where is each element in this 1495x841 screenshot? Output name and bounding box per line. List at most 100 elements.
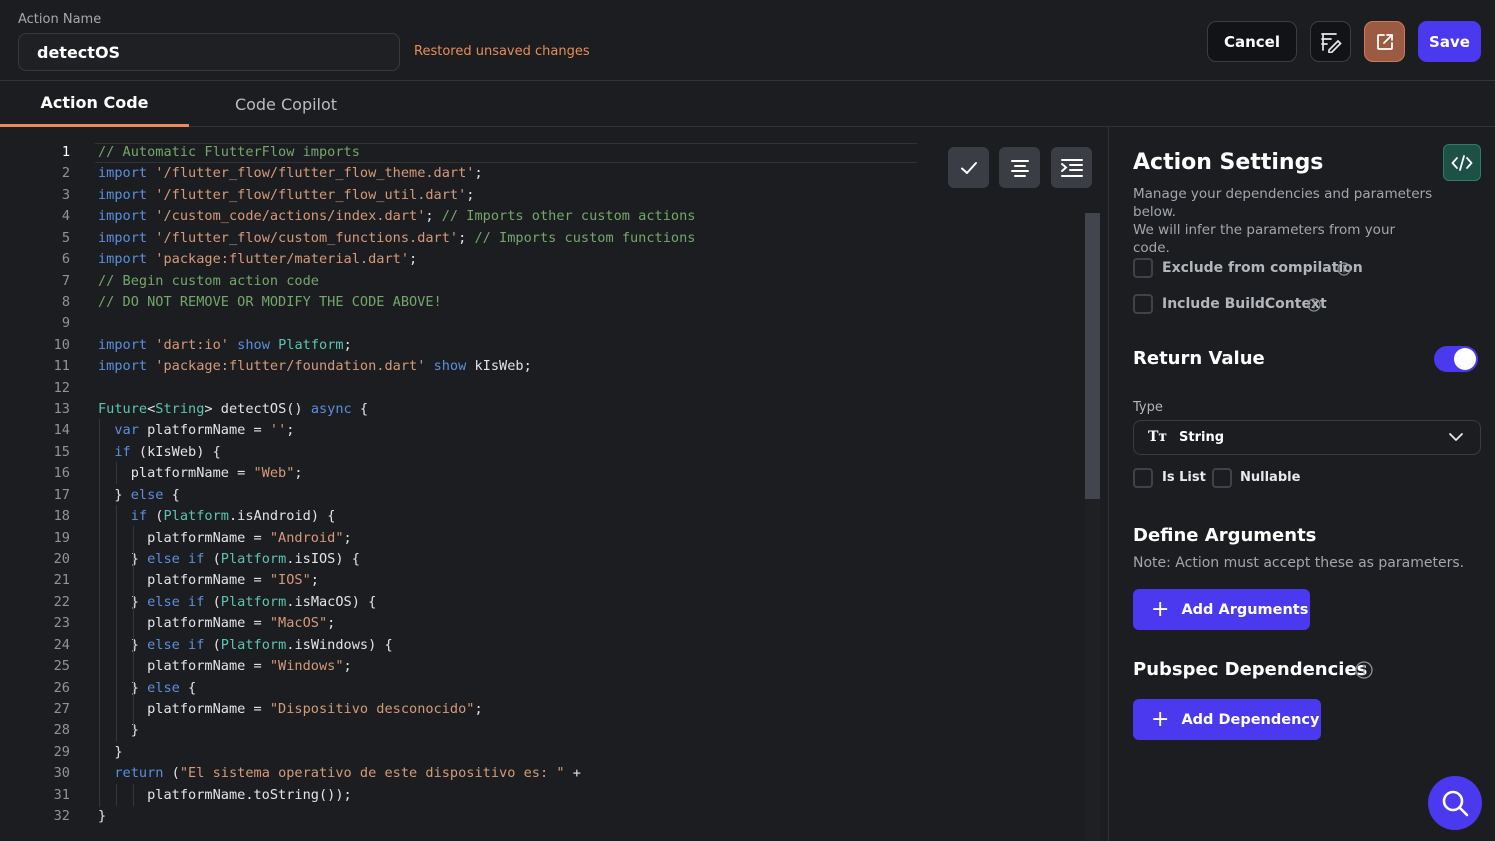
code-line[interactable]: 20 } else if (Platform.isIOS) { — [0, 549, 1080, 570]
code-line[interactable]: 2 import '/flutter_flow/flutter_flow_them… — [0, 163, 1080, 184]
line-number: 24 — [53, 636, 70, 653]
cancel-button[interactable]: Cancel — [1207, 21, 1297, 62]
code-text: import 'package:flutter/material.dart'; — [98, 249, 417, 270]
open-external-button[interactable] — [1364, 21, 1405, 62]
adjust-code-button[interactable] — [1310, 21, 1351, 62]
code-line[interactable]: 31 platformName.toString()); — [0, 785, 1080, 806]
code-line[interactable]: 28 } — [0, 720, 1080, 741]
code-token: else — [130, 486, 164, 503]
code-line[interactable]: 14 var platformName = ''; — [0, 420, 1080, 441]
code-line[interactable]: 26 } else { — [0, 678, 1080, 699]
code-token: platformName = — [98, 615, 270, 632]
tab-code-copilot[interactable]: Code Copilot — [189, 81, 383, 127]
indent-guide — [133, 526, 134, 730]
code-line[interactable]: 4 import '/custom_code/actions/index.dart… — [0, 206, 1080, 227]
editor-scrollbar-thumb[interactable] — [1085, 213, 1100, 499]
code-token: show — [433, 358, 467, 375]
save-button[interactable]: Save — [1418, 21, 1481, 62]
nullable-checkbox[interactable] — [1212, 468, 1232, 488]
format-code-button[interactable] — [999, 147, 1040, 188]
code-token: { — [179, 679, 197, 696]
code-token: ( — [163, 765, 180, 782]
code-text: } else { — [98, 485, 180, 506]
code-token: ; — [294, 465, 303, 482]
add-dependency-button[interactable]: + Add Dependency — [1133, 699, 1321, 740]
line-number: 2 — [61, 165, 70, 182]
search-fab-button[interactable] — [1428, 776, 1482, 830]
code-view-button[interactable] — [1443, 144, 1481, 181]
code-token: } — [98, 593, 148, 610]
code-line[interactable]: 32} — [0, 806, 1080, 827]
code-token: "Dispositivo desconocido" — [269, 700, 475, 717]
settings-desc-line-2: We will infer the parameters from your c… — [1133, 222, 1396, 256]
code-token: String — [155, 401, 205, 418]
code-token: Future — [98, 401, 148, 418]
code-token: "IOS" — [269, 572, 311, 589]
define-arguments-title: Define Arguments — [1133, 525, 1317, 546]
code-line[interactable]: 11 import 'package:flutter/foundation.dar… — [0, 356, 1080, 377]
code-line[interactable]: 23 platformName = "MacOS"; — [0, 613, 1080, 634]
code-text: import 'package:flutter/foundation.dart'… — [98, 356, 532, 377]
code-line[interactable]: 18 if (Platform.isAndroid) { — [0, 506, 1080, 527]
code-line[interactable]: 5 import '/flutter_flow/custom_functions.… — [0, 228, 1080, 249]
include-buildcontext-label: Include BuildContext — [1162, 296, 1327, 312]
code-text: } else if (Platform.isWindows) { — [98, 635, 393, 656]
code-line[interactable]: 29 } — [0, 742, 1080, 763]
line-number: 9 — [61, 315, 70, 332]
add-arguments-button[interactable]: + Add Arguments — [1133, 589, 1310, 630]
action-settings-title: Action Settings — [1133, 150, 1324, 175]
code-line[interactable]: 12 — [0, 378, 1080, 399]
code-line[interactable]: 15 if (kIsWeb) { — [0, 442, 1080, 463]
code-token: Platform — [220, 550, 287, 567]
code-line[interactable]: 13 Future<String> detectOS() async { — [0, 399, 1080, 420]
code-line[interactable]: 19 platformName = "Android"; — [0, 528, 1080, 549]
code-line[interactable]: 25 platformName = "Windows"; — [0, 656, 1080, 677]
include-buildcontext-checkbox[interactable] — [1133, 294, 1153, 314]
line-number: 21 — [53, 572, 70, 589]
settings-description: Manage your dependencies and parameters … — [1133, 185, 1433, 257]
indent-code-button[interactable] — [1051, 147, 1092, 188]
code-token: ( — [204, 593, 221, 610]
code-token: ; — [425, 208, 442, 225]
code-line[interactable]: 6 import 'package:flutter/material.dart'; — [0, 249, 1080, 270]
line-number: 4 — [61, 208, 70, 225]
code-token: ( — [204, 636, 221, 653]
code-text: } else if (Platform.isIOS) { — [98, 549, 360, 570]
type-value: String — [1179, 430, 1225, 445]
code-token: Platform — [278, 336, 344, 353]
code-token: import — [98, 251, 156, 268]
is-list-checkbox[interactable] — [1133, 468, 1153, 488]
info-icon[interactable] — [1307, 298, 1321, 312]
code-token: } — [98, 486, 131, 503]
action-name-input[interactable] — [18, 33, 400, 71]
code-line[interactable]: 1 // Automatic FlutterFlow imports — [0, 142, 1080, 163]
code-line[interactable]: 8 // DO NOT REMOVE OR MODIFY THE CODE ABO… — [0, 292, 1080, 313]
code-token: } — [98, 808, 107, 825]
code-line[interactable]: 9 — [0, 313, 1080, 334]
code-line[interactable]: 30 return ("El sistema operativo de este… — [0, 763, 1080, 784]
code-text: platformName = "Windows"; — [98, 656, 352, 677]
return-value-title: Return Value — [1133, 348, 1265, 369]
code-token: '' — [269, 422, 287, 439]
line-number: 17 — [53, 486, 70, 503]
code-token: ; — [409, 251, 418, 268]
code-line[interactable]: 17 } else { — [0, 485, 1080, 506]
code-line[interactable]: 3 import '/flutter_flow/flutter_flow_util… — [0, 185, 1080, 206]
code-line[interactable]: 7 // Begin custom action code — [0, 271, 1080, 292]
validate-code-button[interactable] — [948, 147, 989, 188]
code-line[interactable]: 16 platformName = "Web"; — [0, 463, 1080, 484]
tab-action-code[interactable]: Action Code — [0, 81, 189, 127]
code-line[interactable]: 27 platformName = "Dispositivo desconoci… — [0, 699, 1080, 720]
line-number: 7 — [61, 272, 70, 289]
code-line[interactable]: 21 platformName = "IOS"; — [0, 570, 1080, 591]
info-icon[interactable] — [1355, 661, 1373, 679]
exclude-compilation-checkbox[interactable] — [1133, 258, 1153, 278]
info-icon[interactable] — [1337, 262, 1351, 276]
code-token: // DO NOT REMOVE OR MODIFY THE CODE ABOV… — [98, 293, 442, 310]
code-line[interactable]: 10 import 'dart:io' show Platform; — [0, 335, 1080, 356]
code-line[interactable]: 24 } else if (Platform.isWindows) { — [0, 635, 1080, 656]
code-line[interactable]: 22 } else if (Platform.isMacOS) { — [0, 592, 1080, 613]
code-token: '/flutter_flow/custom_functions.dart' — [155, 229, 459, 246]
